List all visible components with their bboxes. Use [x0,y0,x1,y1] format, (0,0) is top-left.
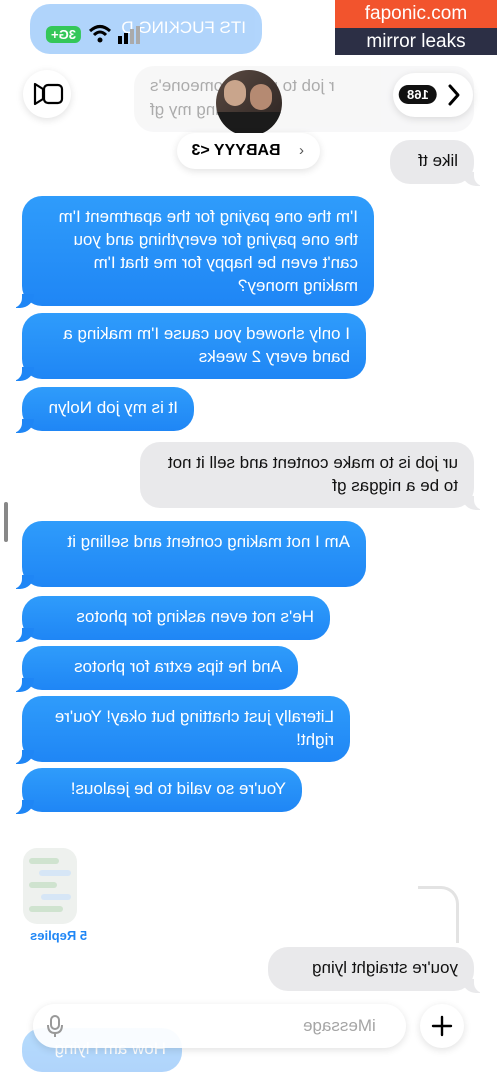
avatar-person-icon [224,80,246,106]
thread-replies-link[interactable]: 5 Replies [30,928,87,943]
message-text: He's not even asking for photos [76,607,314,626]
message-text: Literally just chatting but okay! You're… [54,707,334,749]
message-text: ur job is to make content and sell it no… [167,453,458,495]
message-text: I'm the one paying for the apartment I'm… [58,207,358,295]
avatar-person-icon [250,84,272,110]
facetime-button[interactable] [23,70,71,118]
message-text: I only showed you cause I'm making a ban… [63,324,350,366]
message-placeholder: iMessage [303,1016,376,1035]
message-bubble-sent[interactable]: I'm the one paying for the apartment I'm… [8,196,374,308]
message-bubble-received[interactable]: you're straight lying [268,947,488,993]
message-text: you're straight lying [312,958,458,977]
thread-preview-thumbnail[interactable] [23,848,77,924]
message-bubble-received[interactable]: like tf [390,140,488,186]
message-bubble-sent[interactable]: And he tips extra for photos [8,646,298,692]
watermark: faponic.com mirror leaks [335,0,497,55]
microphone-icon[interactable] [45,1014,65,1043]
message-text: It is my job Nolyn [48,398,178,417]
wifi-icon [88,24,112,49]
message-text: And he tips extra for photos [74,657,282,676]
plus-icon [431,1015,453,1037]
message-bubble-sent[interactable]: You're so valid to be jealous! [8,768,302,814]
unread-badge: 168 [399,85,437,104]
cellular-badge: 3G+ [46,26,81,43]
message-text: You're so valid to be jealous! [70,779,286,798]
message-text: Am I not making content and selling it [67,532,350,551]
back-chevron-icon [448,84,460,106]
watermark-tag: mirror leaks [335,28,497,55]
contact-name-pill[interactable]: BABYYY <3 › [177,133,320,169]
add-attachment-button[interactable] [420,1004,464,1048]
back-button[interactable]: 168 [393,73,473,117]
video-camera-icon [33,82,64,106]
signal-icon [118,26,140,49]
message-input[interactable]: iMessage [33,1004,406,1048]
scroll-indicator[interactable] [4,502,8,542]
status-bar: 3G+ [36,24,156,48]
message-bubble-sent[interactable]: He's not even asking for photos [8,596,330,642]
message-bubble-sent[interactable]: Literally just chatting but okay! You're… [8,696,350,764]
message-bubble-sent[interactable]: Am I not making content and selling it [8,521,366,589]
chevron-icon: › [299,142,304,159]
watermark-site: faponic.com [335,0,497,28]
contact-name: BABYYY <3 [191,142,281,159]
message-text: like tf [418,151,458,170]
message-bubble-sent[interactable]: I only showed you cause I'm making a ban… [8,313,366,381]
contact-avatar[interactable] [216,70,282,136]
thread-connector-line [418,886,459,943]
message-bubble-received[interactable]: ur job is to make content and sell it no… [140,442,488,510]
message-bubble-sent[interactable]: It is my job Nolyn [8,387,194,433]
